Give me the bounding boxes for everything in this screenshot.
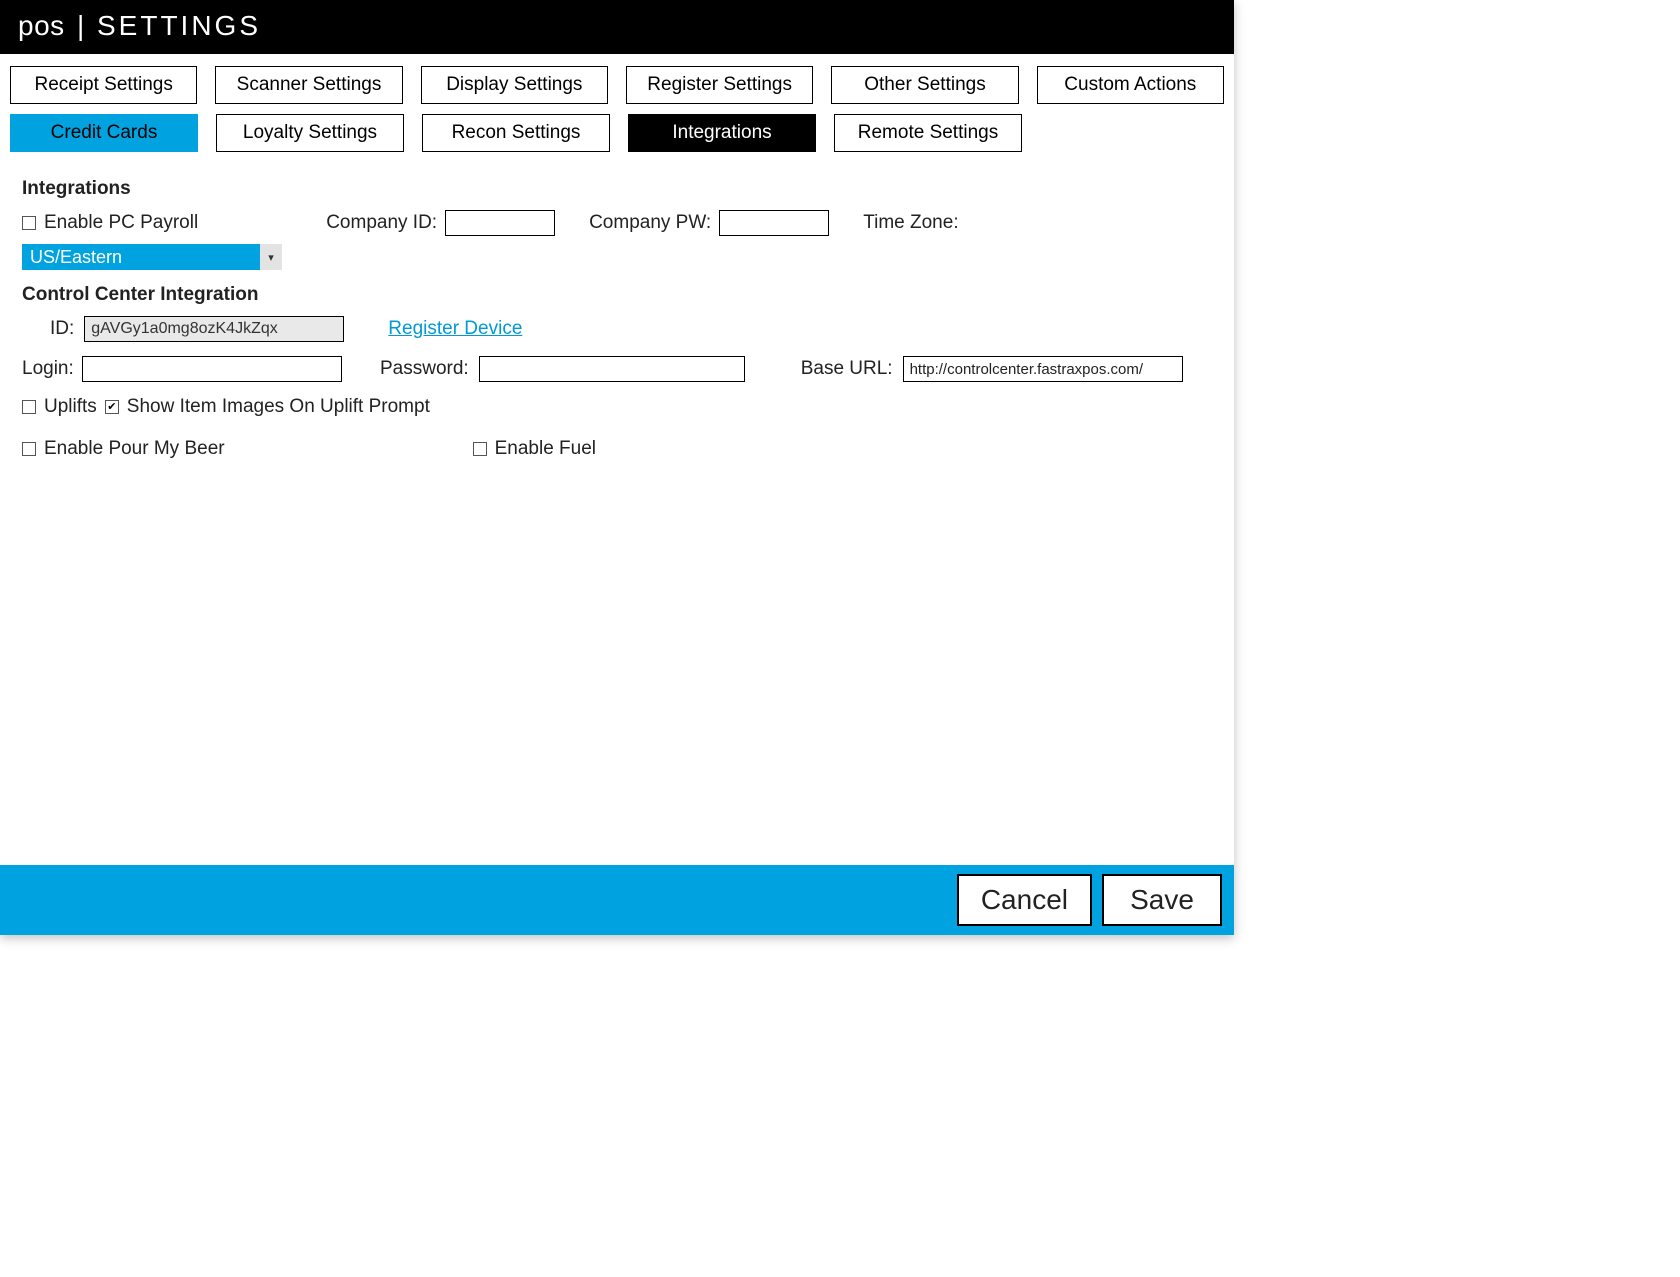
footer-bar: Cancel Save xyxy=(0,865,1234,935)
tab-remote-settings[interactable]: Remote Settings xyxy=(834,114,1022,152)
company-id-input[interactable] xyxy=(445,210,555,236)
enable-fuel-label: Enable Fuel xyxy=(495,438,596,460)
enable-pc-payroll-checkbox[interactable] xyxy=(22,216,36,230)
tab-scanner-settings[interactable]: Scanner Settings xyxy=(215,66,402,104)
integrations-title: Integrations xyxy=(22,178,1212,200)
tabs-row-1: Receipt Settings Scanner Settings Displa… xyxy=(10,66,1224,104)
show-item-images-label: Show Item Images On Uplift Prompt xyxy=(127,396,430,418)
register-device-link[interactable]: Register Device xyxy=(388,318,522,340)
cc-login-input[interactable] xyxy=(82,356,342,382)
enable-fuel-checkbox[interactable] xyxy=(473,442,487,456)
uplifts-checkbox[interactable] xyxy=(22,400,36,414)
payroll-row: Enable PC Payroll Company ID: Company PW… xyxy=(22,210,1212,270)
window-titlebar: pos | SETTINGS xyxy=(0,0,1234,54)
tabs-container: Receipt Settings Scanner Settings Displa… xyxy=(0,54,1234,152)
cc-baseurl-label: Base URL: xyxy=(801,358,893,380)
save-button[interactable]: Save xyxy=(1102,874,1222,926)
company-id-label: Company ID: xyxy=(326,212,437,234)
chevron-down-icon: ▾ xyxy=(260,244,282,270)
integrations-panel: Integrations Enable PC Payroll Company I… xyxy=(0,162,1234,460)
tab-loyalty-settings[interactable]: Loyalty Settings xyxy=(216,114,404,152)
cc-password-label: Password: xyxy=(380,358,469,380)
misc-enables-row: Enable Pour My Beer Enable Fuel xyxy=(22,438,1212,460)
tabs-row-2: Credit Cards Loyalty Settings Recon Sett… xyxy=(10,114,1224,152)
timezone-select[interactable]: US/Eastern ▾ xyxy=(22,244,282,270)
page-section: SETTINGS xyxy=(97,10,261,41)
timezone-label: Time Zone: xyxy=(863,212,958,234)
enable-pour-my-beer-checkbox[interactable] xyxy=(22,442,36,456)
cc-id-input[interactable] xyxy=(84,316,344,342)
cc-id-row: ID: Register Device xyxy=(50,316,1212,342)
title-separator: | xyxy=(73,10,89,41)
uplifts-row: Uplifts Show Item Images On Uplift Promp… xyxy=(22,396,1212,418)
cc-baseurl-input[interactable] xyxy=(903,356,1183,382)
tab-display-settings[interactable]: Display Settings xyxy=(421,66,608,104)
company-pw-label: Company PW: xyxy=(589,212,711,234)
company-pw-input[interactable] xyxy=(719,210,829,236)
tab-register-settings[interactable]: Register Settings xyxy=(626,66,813,104)
cc-login-row: Login: Password: Base URL: xyxy=(22,356,1212,382)
enable-pour-my-beer-label: Enable Pour My Beer xyxy=(44,438,225,460)
cc-login-label: Login: xyxy=(22,358,72,380)
app-name: pos xyxy=(18,10,65,41)
cc-password-input[interactable] xyxy=(479,356,745,382)
cc-id-label: ID: xyxy=(50,318,74,340)
uplifts-label: Uplifts xyxy=(44,396,97,418)
tab-other-settings[interactable]: Other Settings xyxy=(831,66,1018,104)
tab-integrations[interactable]: Integrations xyxy=(628,114,816,152)
show-item-images-checkbox[interactable] xyxy=(105,400,119,414)
timezone-selected-value: US/Eastern xyxy=(30,247,122,268)
control-center-title: Control Center Integration xyxy=(22,284,1212,306)
cancel-button[interactable]: Cancel xyxy=(957,874,1092,926)
tab-recon-settings[interactable]: Recon Settings xyxy=(422,114,610,152)
tab-receipt-settings[interactable]: Receipt Settings xyxy=(10,66,197,104)
settings-window: pos | SETTINGS Receipt Settings Scanner … xyxy=(0,0,1234,935)
tab-credit-cards[interactable]: Credit Cards xyxy=(10,114,198,152)
tab-custom-actions[interactable]: Custom Actions xyxy=(1037,66,1224,104)
enable-pc-payroll-label: Enable PC Payroll xyxy=(44,212,198,234)
